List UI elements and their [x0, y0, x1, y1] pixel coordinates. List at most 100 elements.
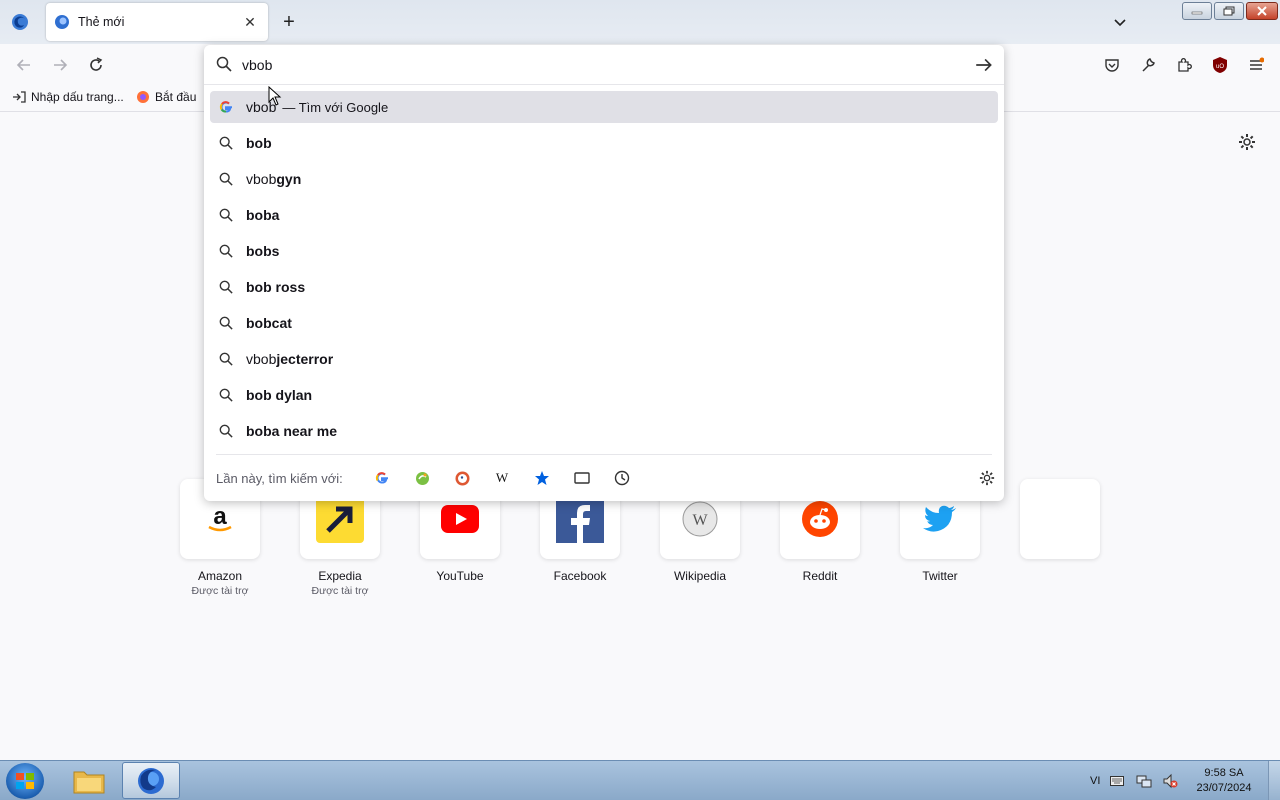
- suggestion-text: bob dylan: [246, 387, 313, 403]
- search-icon: [218, 171, 234, 187]
- bookmark-label: Bắt đầu: [155, 90, 197, 104]
- start-button[interactable]: [6, 763, 44, 799]
- input-language[interactable]: VI: [1090, 761, 1100, 800]
- firefox-view-button[interactable]: [8, 10, 32, 34]
- firefox-icon: [138, 767, 164, 794]
- app-menu-button[interactable]: [1244, 53, 1268, 77]
- top-site-name: YouTube: [436, 569, 484, 583]
- new-tab-button[interactable]: +: [278, 11, 300, 33]
- search-suggestion[interactable]: boba near me: [210, 415, 998, 447]
- top-site-name: Wikipedia: [673, 569, 727, 583]
- top-site-name: Expedia: [318, 569, 362, 583]
- search-with-google-label: — Tìm với Google: [282, 99, 389, 115]
- reload-button[interactable]: [84, 53, 108, 77]
- minimize-icon: [1191, 11, 1203, 15]
- history-clock-icon[interactable]: [613, 469, 631, 487]
- search-suggestion[interactable]: bobs: [210, 235, 998, 267]
- suggestion-text: bobcat: [246, 315, 292, 331]
- windows-logo-icon: [16, 773, 34, 789]
- sponsored-label: Được tài trợ: [191, 585, 249, 597]
- bing-icon[interactable]: [413, 469, 431, 487]
- top-site-name: Reddit: [802, 569, 838, 583]
- tab-strip: Thẻ mới ✕ +: [0, 0, 1280, 44]
- search-suggestion[interactable]: boba: [210, 199, 998, 231]
- svg-text:W: W: [496, 471, 509, 485]
- arrow-right-icon: [54, 59, 68, 71]
- top-site-empty-slot[interactable]: [1020, 479, 1100, 559]
- search-suggestion[interactable]: bob dylan: [210, 379, 998, 411]
- close-icon: [1257, 6, 1267, 16]
- wikipedia-globe-icon: W: [682, 501, 718, 537]
- suggestion-text: bob: [246, 135, 272, 151]
- search-suggestion[interactable]: bobcat: [210, 307, 998, 339]
- search-icon: [218, 351, 234, 367]
- list-all-tabs-button[interactable]: [1110, 12, 1130, 32]
- tabs-icon[interactable]: [573, 469, 591, 487]
- volume-muted-icon[interactable]: [1162, 761, 1178, 800]
- forward-button[interactable]: [48, 53, 72, 77]
- restore-icon: [1223, 6, 1235, 16]
- windows-taskbar: VI 9:58 SA 23/07/2024: [0, 760, 1280, 800]
- close-tab-button[interactable]: ✕: [240, 12, 260, 32]
- minimize-button[interactable]: [1182, 2, 1212, 20]
- keyboard-icon[interactable]: [1110, 761, 1124, 800]
- folder-icon: [73, 771, 105, 793]
- back-button[interactable]: [12, 53, 36, 77]
- top-site-name: Amazon: [197, 569, 243, 583]
- search-icon: [218, 423, 234, 439]
- tab-new-tab[interactable]: Thẻ mới ✕: [46, 3, 268, 41]
- search-icon: [218, 279, 234, 295]
- suggestion-text: bobs: [246, 243, 280, 259]
- tab-title: Thẻ mới: [78, 15, 125, 29]
- search-icon: [218, 135, 234, 151]
- extensions-button[interactable]: [1172, 53, 1196, 77]
- taskbar-file-explorer[interactable]: [60, 762, 118, 799]
- bookmark-getting-started[interactable]: Bắt đầu: [136, 90, 196, 104]
- twitter-bird-icon: [923, 505, 956, 532]
- show-desktop-button[interactable]: [1268, 761, 1280, 800]
- taskbar-firefox[interactable]: [122, 762, 180, 799]
- wikipedia-icon[interactable]: W: [493, 469, 511, 487]
- pocket-button[interactable]: [1100, 53, 1124, 77]
- go-arrow-icon[interactable]: [974, 55, 994, 75]
- empty-tile: [1020, 479, 1100, 559]
- search-suggestion[interactable]: vbobjecterror: [210, 343, 998, 375]
- search-settings-gear-icon[interactable]: [978, 469, 996, 487]
- wrench-icon: [1142, 58, 1155, 72]
- ublock-origin-button[interactable]: uO: [1208, 53, 1232, 77]
- firefox-icon: [137, 91, 149, 103]
- bookmark-label: Nhập dấu trang...: [31, 90, 124, 104]
- bookmarks-star-icon[interactable]: [533, 469, 551, 487]
- restore-button[interactable]: [1214, 2, 1244, 20]
- ublock-shield-icon: uO: [1213, 57, 1227, 73]
- search-icon: [218, 207, 234, 223]
- search-icon: [216, 56, 232, 72]
- google-icon[interactable]: [373, 469, 391, 487]
- top-site-name: Facebook: [553, 569, 607, 583]
- urlbar-input[interactable]: [242, 55, 942, 75]
- one-off-search-bar: Lần này, tìm kiếm với: W: [216, 454, 995, 501]
- bookmark-import[interactable]: Nhập dấu trang...: [12, 90, 124, 104]
- system-clock[interactable]: 9:58 SA 23/07/2024: [1188, 766, 1260, 796]
- clock-time: 9:58 SA: [1204, 767, 1244, 779]
- close-window-button[interactable]: [1246, 2, 1278, 20]
- search-suggestion[interactable]: vbobgyn: [210, 163, 998, 195]
- search-icon: [218, 315, 234, 331]
- suggestion-text: vbobgyn: [246, 171, 302, 187]
- import-icon: [13, 91, 26, 103]
- svg-text:W: W: [692, 512, 708, 529]
- search-icon: [218, 243, 234, 259]
- search-suggestion[interactable]: bob: [210, 127, 998, 159]
- facebook-icon: [556, 495, 604, 543]
- search-suggestion[interactable]: bob ross: [210, 271, 998, 303]
- svg-text:uO: uO: [1216, 64, 1224, 70]
- mouse-cursor-icon: [268, 86, 282, 106]
- search-suggestion[interactable]: vbob — Tìm với Google: [210, 91, 998, 123]
- network-icon[interactable]: [1136, 761, 1152, 800]
- one-off-label: Lần này, tìm kiếm với:: [216, 471, 343, 486]
- customize-newtab-button[interactable]: [1238, 133, 1260, 155]
- duckduckgo-icon[interactable]: [453, 469, 471, 487]
- suggestion-text: bob ross: [246, 279, 306, 295]
- customize-button[interactable]: [1136, 53, 1160, 77]
- urlbar: [204, 45, 1004, 85]
